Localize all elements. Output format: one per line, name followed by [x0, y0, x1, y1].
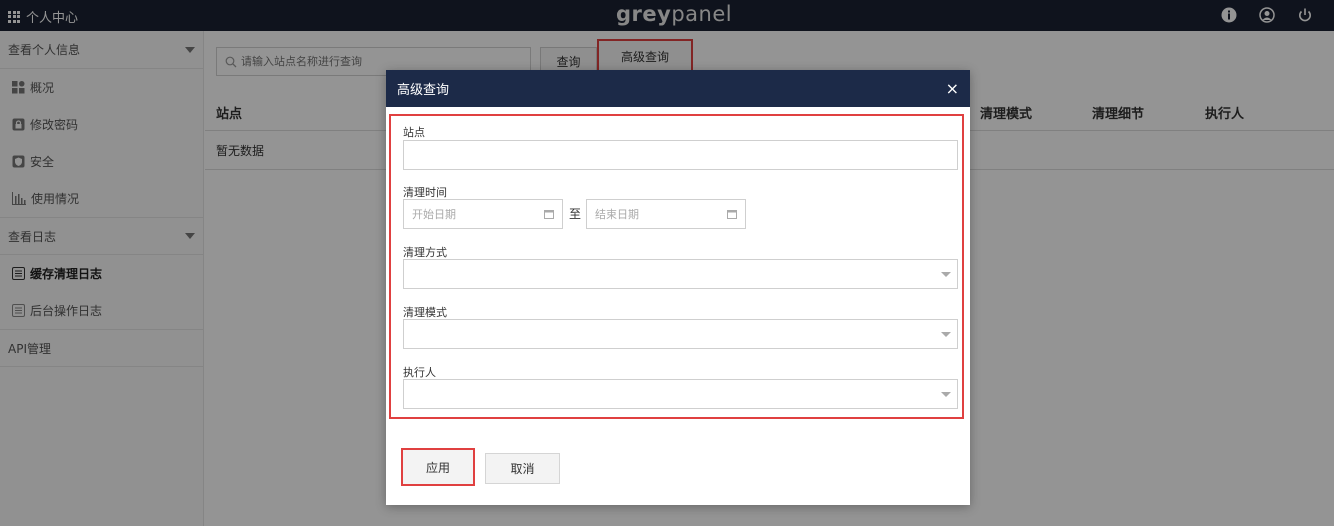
query-form: 站点 清理时间 开始日期 至 结束日期 清理方式 清理模式 执行人	[389, 114, 964, 419]
dialog-title: 高级查询	[397, 83, 450, 98]
start-date-placeholder: 开始日期	[412, 208, 456, 221]
executor-label: 执行人	[403, 366, 436, 379]
cancel-button[interactable]: 取消	[485, 453, 560, 484]
apply-button[interactable]: 应用	[401, 448, 475, 486]
end-date-placeholder: 结束日期	[595, 208, 639, 221]
date-range-separator: 至	[569, 207, 582, 221]
purge-mode-label: 清理模式	[403, 306, 447, 319]
start-date-input[interactable]: 开始日期	[403, 199, 563, 229]
calendar-icon	[544, 210, 554, 219]
close-icon[interactable]: ×	[946, 79, 959, 98]
chevron-down-icon	[941, 272, 951, 277]
dialog-header: 高级查询 ×	[386, 70, 970, 107]
purge-mode-select[interactable]	[403, 319, 958, 349]
site-input[interactable]	[403, 140, 958, 170]
executor-select[interactable]	[403, 379, 958, 409]
purge-time-label: 清理时间	[403, 186, 447, 199]
purge-method-select[interactable]	[403, 259, 958, 289]
end-date-input[interactable]: 结束日期	[586, 199, 746, 229]
advanced-query-dialog: 高级查询 × 站点 清理时间 开始日期 至 结束日期 清理方式 清理模式 执行人…	[386, 70, 970, 505]
chevron-down-icon	[941, 392, 951, 397]
calendar-icon	[727, 210, 737, 219]
site-label: 站点	[403, 126, 425, 139]
purge-method-label: 清理方式	[403, 246, 447, 259]
chevron-down-icon	[941, 332, 951, 337]
